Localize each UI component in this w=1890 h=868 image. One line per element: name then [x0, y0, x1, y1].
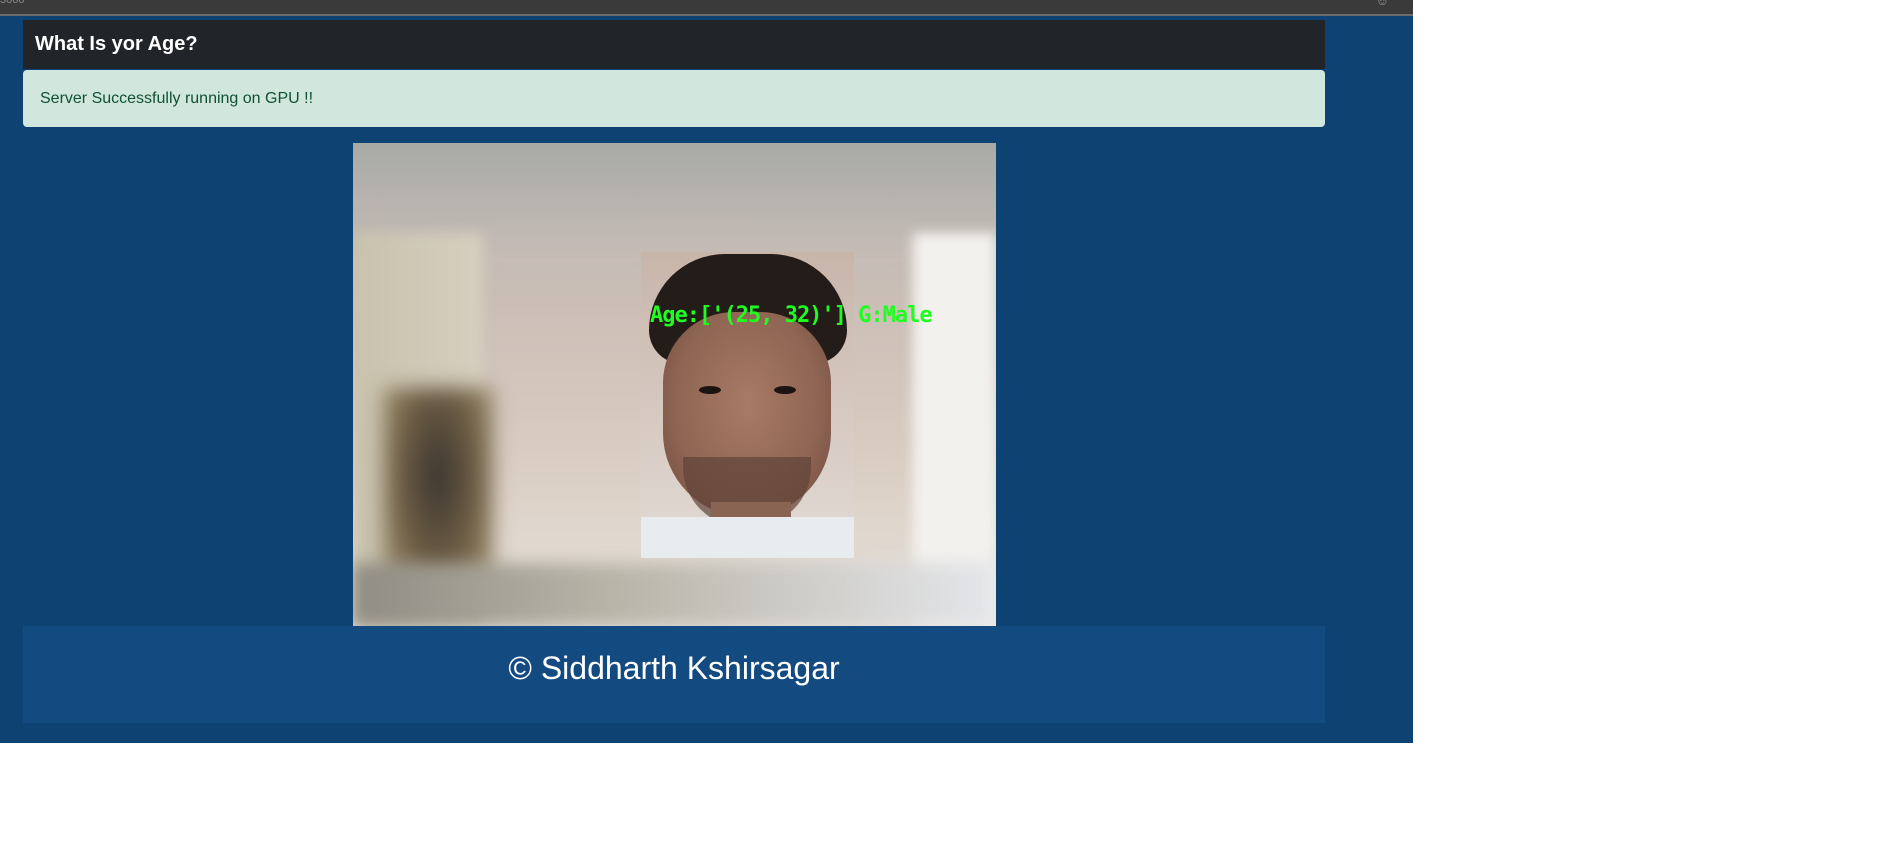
alert-message: Server Successfully running on GPU !! [40, 90, 314, 107]
video-background-bottom [353, 563, 996, 626]
face-left-eye [699, 386, 721, 394]
navbar: What Is yor Age? [23, 20, 1325, 69]
footer: © Siddharth Kshirsagar [23, 626, 1325, 723]
age-gender-prediction-label: Age:['(25, 32)'] G:Male [650, 303, 933, 328]
video-feed: Age:['(25, 32)'] G:Male [353, 143, 996, 626]
success-alert: Server Successfully running on GPU !! [23, 70, 1325, 127]
address-bar-text[interactable]: 5000 [0, 0, 24, 6]
browser-top-bar: 5000 ☺ [0, 0, 1413, 16]
app-container: What Is yor Age? Server Successfully run… [0, 16, 1413, 743]
copyright-text: © Siddharth Kshirsagar [508, 650, 840, 686]
face-right-eye [774, 386, 796, 394]
navbar-brand[interactable]: What Is yor Age? [35, 33, 198, 56]
detected-face-region [641, 252, 854, 558]
face-shirt [641, 517, 854, 558]
person-icon[interactable]: ☺ [1376, 0, 1389, 7]
